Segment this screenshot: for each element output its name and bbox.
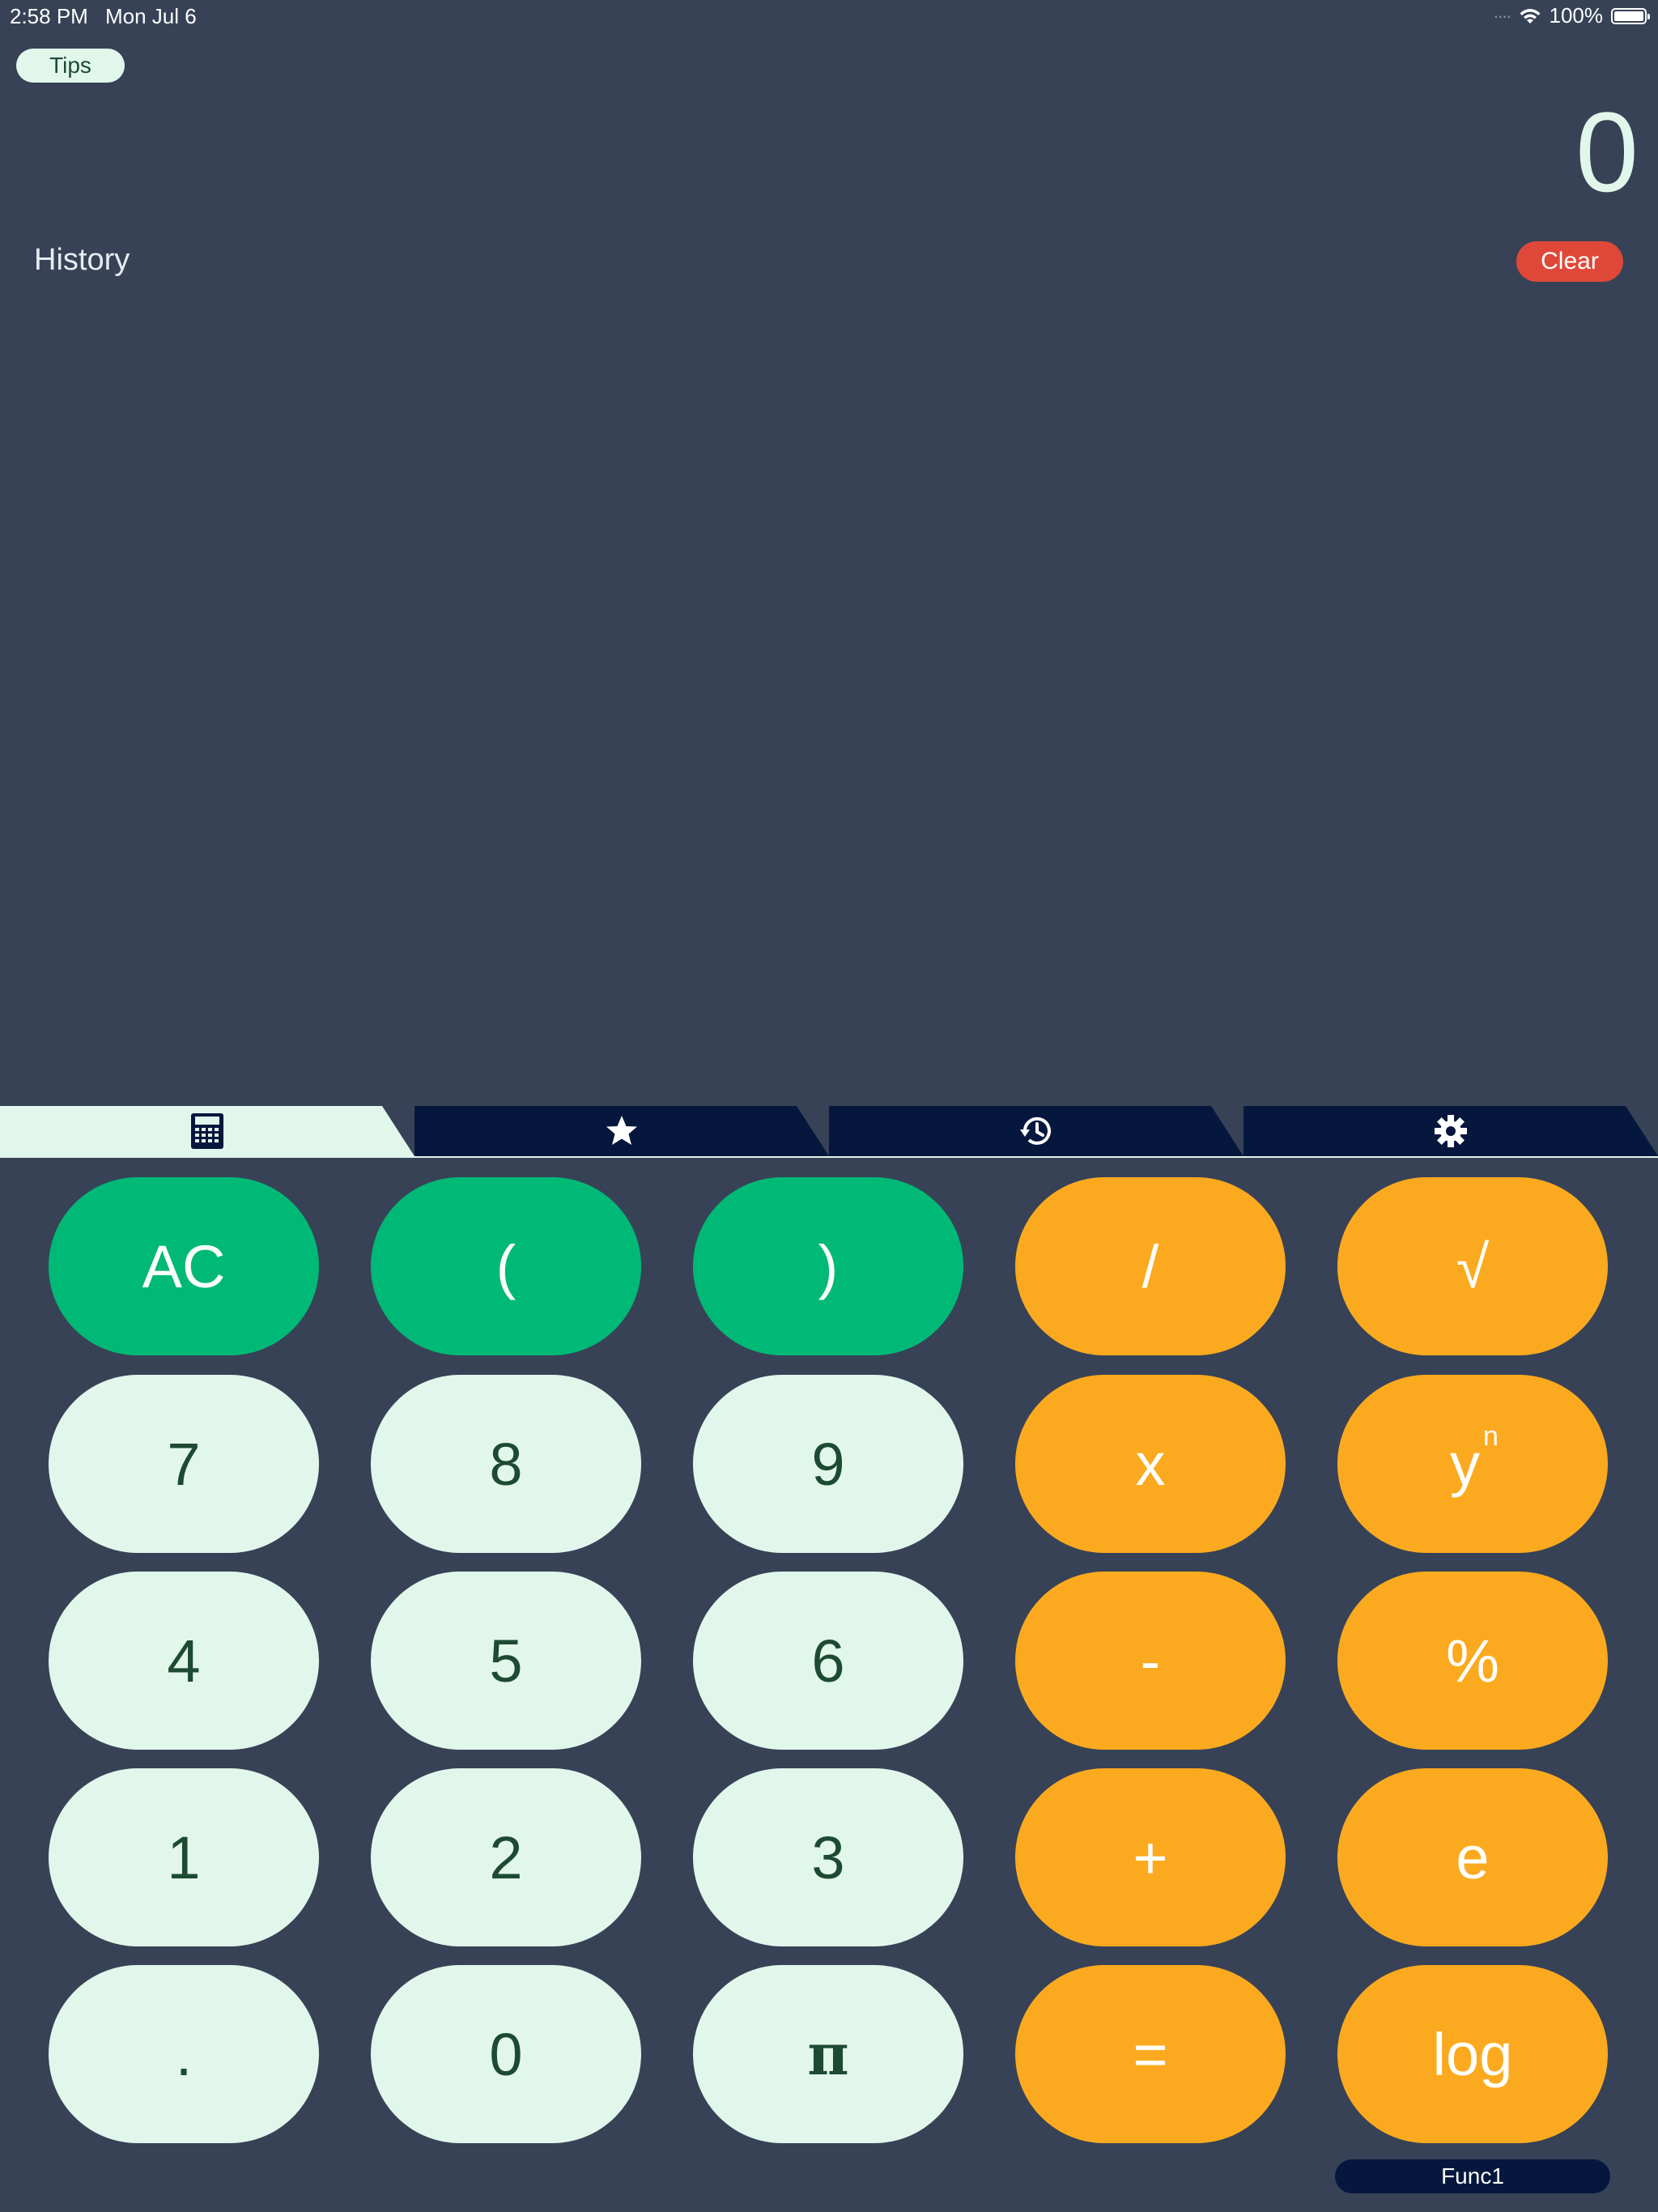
key-power[interactable]: yn — [1337, 1375, 1608, 1553]
key-3[interactable]: 3 — [693, 1768, 963, 1946]
key-divide[interactable]: / — [1015, 1177, 1286, 1355]
tab-divider — [0, 1156, 1658, 1158]
function-page-button[interactable]: Func1 — [1335, 2159, 1610, 2193]
key-percent[interactable]: % — [1337, 1572, 1608, 1750]
key-4[interactable]: 4 — [49, 1572, 319, 1750]
key-log[interactable]: log — [1337, 1965, 1608, 2143]
status-right: ···· 100% — [1493, 3, 1650, 28]
calculator-icon — [191, 1113, 223, 1149]
key-plus[interactable]: + — [1015, 1768, 1286, 1946]
tab-calculator[interactable] — [0, 1106, 414, 1156]
tab-settings[interactable] — [1244, 1106, 1658, 1156]
key-power-base: y — [1450, 1430, 1481, 1498]
key-equals[interactable]: = — [1015, 1965, 1286, 2143]
tab-history[interactable] — [829, 1106, 1244, 1156]
history-icon — [1020, 1117, 1051, 1145]
clear-history-button[interactable]: Clear — [1516, 241, 1623, 282]
signal-dots-icon: ···· — [1493, 5, 1511, 26]
history-title: History — [34, 243, 130, 277]
key-e[interactable]: e — [1337, 1768, 1608, 1946]
status-bar: 2:58 PM Mon Jul 6 ···· 100% — [0, 0, 1658, 32]
key-0[interactable]: 0 — [371, 1965, 641, 2143]
key-decimal[interactable]: . — [49, 1965, 319, 2143]
gear-icon — [1435, 1115, 1467, 1147]
status-date: Mon Jul 6 — [105, 4, 197, 28]
battery-icon — [1611, 7, 1650, 24]
key-sqrt[interactable]: √ — [1337, 1177, 1608, 1355]
key-open-paren[interactable]: ( — [371, 1177, 641, 1355]
wifi-icon — [1520, 8, 1540, 23]
battery-percent: 100% — [1549, 3, 1604, 28]
tab-favorites[interactable] — [414, 1106, 829, 1156]
key-9[interactable]: 9 — [693, 1375, 963, 1553]
key-power-exponent: n — [1483, 1420, 1499, 1452]
tab-bar — [0, 1106, 1658, 1158]
tips-button[interactable]: Tips — [16, 49, 125, 83]
key-close-paren[interactable]: ) — [693, 1177, 963, 1355]
star-icon — [606, 1116, 637, 1145]
key-1[interactable]: 1 — [49, 1768, 319, 1946]
status-time: 2:58 PM — [10, 4, 88, 28]
key-minus[interactable]: - — [1015, 1572, 1286, 1750]
key-2[interactable]: 2 — [371, 1768, 641, 1946]
key-8[interactable]: 8 — [371, 1375, 641, 1553]
key-6[interactable]: 6 — [693, 1572, 963, 1750]
history-list — [34, 300, 1624, 1093]
key-multiply[interactable]: x — [1015, 1375, 1286, 1553]
key-7[interactable]: 7 — [49, 1375, 319, 1553]
key-ac[interactable]: AC — [49, 1177, 319, 1355]
key-5[interactable]: 5 — [371, 1572, 641, 1750]
calculator-display: 0 — [1575, 88, 1639, 215]
key-pi[interactable]: π — [693, 1965, 963, 2143]
